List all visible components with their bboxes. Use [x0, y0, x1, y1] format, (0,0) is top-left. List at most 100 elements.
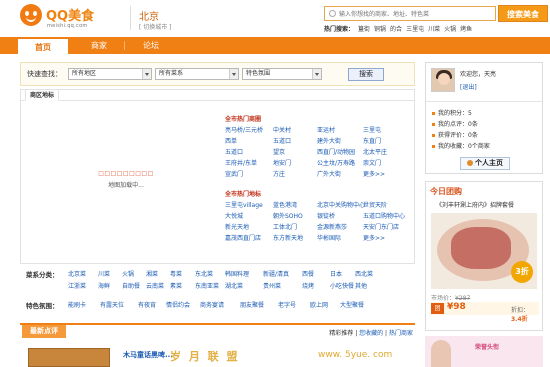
- review-title[interactable]: 木马童话黑啤...: [123, 350, 173, 360]
- hot-term[interactable]: 川菜: [428, 26, 440, 33]
- landmark-link[interactable]: 大悦城: [225, 211, 243, 220]
- landmark-link[interactable]: 朝外SOHO: [273, 211, 303, 220]
- logo-icon[interactable]: [20, 4, 42, 26]
- landmark-link[interactable]: 工体北门: [273, 222, 297, 231]
- business-district-link[interactable]: 西直门/动物园: [317, 147, 355, 156]
- feature-link[interactable]: 朋友聚餐: [240, 300, 264, 309]
- cuisine-link[interactable]: 素菜: [170, 281, 182, 290]
- business-district-link[interactable]: 广外大街: [317, 169, 341, 178]
- business-district-link[interactable]: 方庄: [273, 169, 285, 178]
- landmark-link[interactable]: 蓝色港湾: [273, 200, 297, 209]
- landmark-link[interactable]: 北京中关购物中心: [317, 200, 365, 209]
- stat-ratings[interactable]: 获得评价：0条: [432, 130, 478, 139]
- business-district-link[interactable]: 中关村: [273, 125, 291, 134]
- cuisine-link[interactable]: 日本: [330, 269, 342, 278]
- feature-link[interactable]: 有露天位: [100, 300, 124, 309]
- hot-term[interactable]: 三里屯: [406, 26, 424, 33]
- landmark-link[interactable]: 世贸天阶: [363, 200, 387, 209]
- business-district-link[interactable]: 东直门: [363, 136, 381, 145]
- review-thumbnail[interactable]: [28, 348, 110, 367]
- landmark-link[interactable]: 新光天地: [225, 222, 249, 231]
- business-district-link[interactable]: 亮马桥/三元桥: [225, 125, 263, 134]
- landmark-link[interactable]: 金源新燕莎: [317, 222, 347, 231]
- business-district-link[interactable]: 地安门: [273, 158, 291, 167]
- tab-merchants[interactable]: 商家: [82, 37, 116, 54]
- business-district-link[interactable]: 北太平庄: [363, 147, 387, 156]
- business-district-link[interactable]: 宣武门: [225, 169, 243, 178]
- search-button[interactable]: 搜索美食: [498, 5, 548, 22]
- business-district-link[interactable]: 王府井/东单: [225, 158, 257, 167]
- business-district-link[interactable]: 西单: [225, 136, 237, 145]
- cuisine-link[interactable]: 湖北菜: [225, 281, 243, 290]
- landmark-link[interactable]: 三里屯village: [225, 200, 263, 209]
- cuisine-link[interactable]: 西北菜: [355, 269, 373, 278]
- cuisine-link[interactable]: 湘菜: [146, 269, 158, 278]
- cuisine-link[interactable]: 贵州菜: [263, 281, 281, 290]
- cuisine-link[interactable]: 海鲜: [98, 281, 110, 290]
- business-district-link[interactable]: 望京: [273, 147, 285, 156]
- tab-business-districts[interactable]: 商区地标: [25, 89, 59, 101]
- feature-link[interactable]: 有夜宵: [138, 300, 156, 309]
- link-featured[interactable]: 精彩推荐: [329, 330, 353, 337]
- business-district-link[interactable]: 建外大街: [317, 136, 341, 145]
- feature-link[interactable]: 老字号: [278, 300, 296, 309]
- business-district-link[interactable]: 崇文门: [363, 158, 381, 167]
- landmark-link[interactable]: 嘉茂西直门店: [225, 233, 261, 242]
- landmark-link[interactable]: 银锭桥: [317, 211, 335, 220]
- landmark-link[interactable]: 天安门东门店: [363, 222, 399, 231]
- landmark-link[interactable]: 东方新天地: [273, 233, 303, 242]
- stat-favorites[interactable]: 我的收藏：0个商家: [432, 141, 490, 150]
- search-input[interactable]: [339, 8, 493, 20]
- business-district-link[interactable]: 更多>>: [363, 169, 385, 178]
- hot-term[interactable]: 烤鱼: [460, 26, 472, 33]
- hot-term[interactable]: 的合: [390, 26, 402, 33]
- business-district-link[interactable]: 五道口: [225, 147, 243, 156]
- cuisine-link[interactable]: 自助餐: [122, 281, 140, 290]
- landmark-link[interactable]: 华彬国际: [317, 233, 341, 242]
- hot-term[interactable]: 铜锅: [374, 26, 386, 33]
- cuisine-link[interactable]: 烧烤: [302, 281, 314, 290]
- feature-link[interactable]: 商务宴请: [200, 300, 224, 309]
- tab-home[interactable]: 首页: [18, 37, 68, 54]
- cuisine-link[interactable]: 云南菜: [146, 281, 164, 290]
- avatar[interactable]: [431, 68, 455, 92]
- switch-city-link[interactable]: [ 切换城市 ]: [139, 22, 172, 31]
- cuisine-link[interactable]: 新疆/清真: [263, 269, 289, 278]
- cuisine-link[interactable]: 其他: [355, 281, 367, 290]
- landmark-link[interactable]: 更多>>: [363, 233, 385, 242]
- ad-banner[interactable]: 荣誉头衔: [425, 336, 543, 367]
- cuisine-link[interactable]: 川菜: [98, 269, 110, 278]
- feature-link[interactable]: 大型聚餐: [340, 300, 364, 309]
- hot-term[interactable]: 簋街: [358, 26, 370, 33]
- feature-link[interactable]: 欧上网: [310, 300, 328, 309]
- quick-search-button[interactable]: 搜索: [348, 68, 384, 81]
- cuisine-link[interactable]: 东北菜: [195, 269, 213, 278]
- stat-reviews[interactable]: 我的点评：0条: [432, 119, 478, 128]
- group-buy-desc[interactable]: 《刘丰轩涮上府内》招牌套餐: [436, 200, 514, 209]
- cuisine-link[interactable]: 韩国料理: [225, 269, 249, 278]
- cuisine-link[interactable]: 江浙菜: [68, 281, 86, 290]
- business-district-link[interactable]: 亚运村: [317, 125, 335, 134]
- hot-term[interactable]: 火锅: [444, 26, 456, 33]
- logo-text[interactable]: QQ美食: [46, 5, 94, 24]
- feature-link[interactable]: 能刷卡: [68, 300, 86, 309]
- business-district-link[interactable]: 五道口: [273, 136, 291, 145]
- cuisine-link[interactable]: 西餐: [302, 269, 314, 278]
- my-page-button[interactable]: 个人主页: [460, 157, 510, 170]
- landmark-link[interactable]: 五道口购物中心: [363, 211, 405, 220]
- cuisine-link[interactable]: 东南亚菜: [195, 281, 219, 290]
- feature-link[interactable]: 情侣约会: [166, 300, 190, 309]
- link-favorites[interactable]: 您收藏的: [359, 330, 383, 337]
- link-hot-merchants[interactable]: 热门商家: [389, 330, 413, 337]
- area-select[interactable]: 所有地区: [68, 68, 152, 80]
- atmosphere-select[interactable]: 特色氛围: [242, 68, 322, 80]
- tab-forum[interactable]: 论坛: [134, 37, 168, 54]
- business-district-link[interactable]: 三里屯: [363, 125, 381, 134]
- group-buy-image[interactable]: 3折: [431, 213, 537, 289]
- map-area[interactable]: □□□□□□□□□ 地图加载中...: [96, 170, 156, 189]
- business-district-link[interactable]: 公主坟/万寿路: [317, 158, 355, 167]
- cuisine-link[interactable]: 粤菜: [170, 269, 182, 278]
- tab-latest-reviews[interactable]: 最新点评: [22, 325, 66, 338]
- cuisine-link[interactable]: 小吃快餐: [330, 281, 354, 290]
- stat-points[interactable]: 我的积分：5: [432, 108, 472, 117]
